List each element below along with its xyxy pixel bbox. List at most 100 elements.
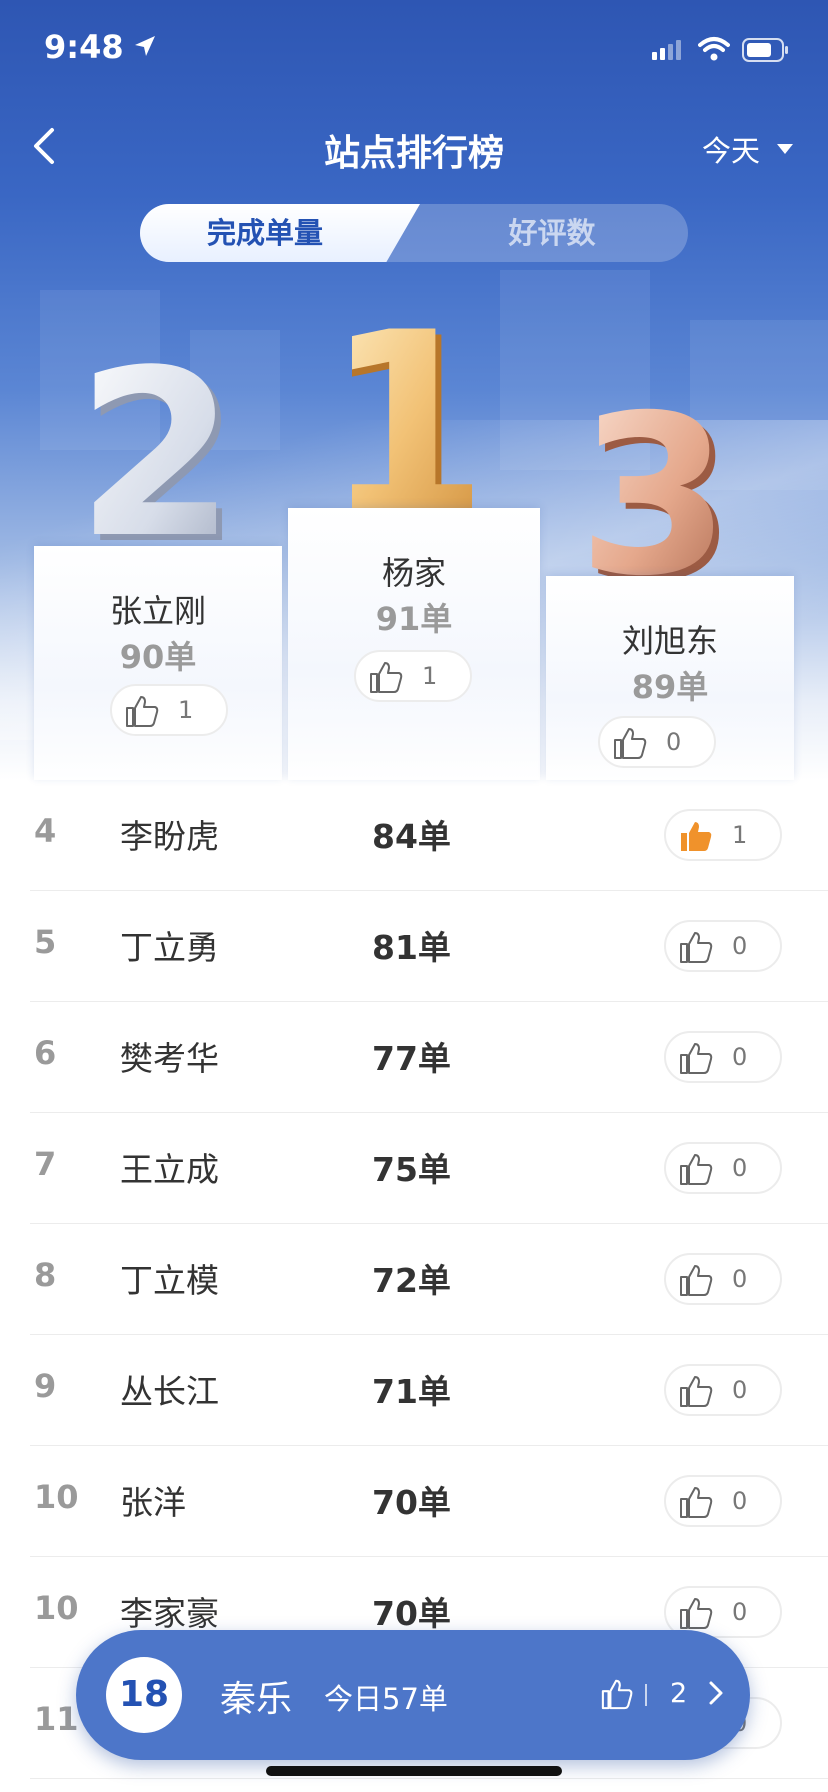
rank-number: 8 xyxy=(34,1256,57,1294)
podium-count: 89单 xyxy=(631,668,709,706)
order-count: 81单 xyxy=(372,928,451,967)
thumbs-up-icon xyxy=(680,1154,713,1185)
status-bar: 9:48 xyxy=(0,0,828,100)
like-count: 0 xyxy=(732,1376,748,1404)
thumbs-up-icon xyxy=(680,1598,713,1629)
list-row: 5 丁立勇 81单 0 xyxy=(30,891,828,1002)
courier-name: 张洋 xyxy=(120,1483,186,1522)
like-count: 1 xyxy=(422,662,438,690)
like-button[interactable]: 1 xyxy=(664,809,782,861)
courier-name: 李盼虎 xyxy=(120,817,219,856)
podium-name: 刘旭东 xyxy=(621,622,718,660)
svg-text:2: 2 xyxy=(82,354,236,554)
rank-number: 9 xyxy=(34,1367,57,1405)
like-button[interactable]: 1 xyxy=(354,650,472,702)
podium-count: 91单 xyxy=(375,600,453,638)
courier-name: 李家豪 xyxy=(120,1594,219,1633)
like-count: 0 xyxy=(732,1265,748,1293)
rank-number: 4 xyxy=(34,812,57,850)
like-count: 0 xyxy=(732,1043,748,1071)
thumbs-up-icon xyxy=(681,822,712,851)
courier-name: 王立成 xyxy=(120,1150,219,1189)
courier-name: 丛长江 xyxy=(120,1372,219,1411)
chevron-right-icon[interactable] xyxy=(708,1680,724,1706)
wifi-icon xyxy=(698,37,730,61)
rank-2-numeral: 2 2 xyxy=(82,354,242,554)
podium-name: 张立刚 xyxy=(109,592,206,630)
tab-good-reviews-label: 好评数 xyxy=(508,216,596,250)
podium-second: 张立刚 90单 1 xyxy=(34,546,282,780)
tab-completed-orders-label: 完成单量 xyxy=(206,216,323,250)
location-arrow-icon xyxy=(135,36,155,56)
date-filter-label: 今天 xyxy=(701,134,760,168)
order-count: 77单 xyxy=(372,1039,451,1078)
thumbs-up-icon xyxy=(680,932,713,963)
like-button[interactable]: 1 xyxy=(110,684,228,736)
like-count: 0 xyxy=(732,1598,748,1626)
divider xyxy=(645,1684,647,1706)
like-button[interactable]: 0 xyxy=(598,716,716,768)
like-count: 1 xyxy=(732,821,748,849)
order-count: 70单 xyxy=(372,1594,451,1633)
order-count: 84单 xyxy=(372,817,451,856)
list-row: 7 王立成 75单 0 xyxy=(30,1113,828,1224)
tab-completed-orders[interactable]: 完成单量 xyxy=(140,204,420,262)
caret-down-icon xyxy=(777,144,793,154)
rank-3-numeral: 3 3 xyxy=(584,386,734,586)
order-count: 72单 xyxy=(372,1261,451,1300)
like-count: 0 xyxy=(666,728,682,756)
svg-text:1: 1 xyxy=(352,318,472,528)
list-row: 10 张洋 70单 0 xyxy=(30,1446,828,1557)
like-button[interactable]: 0 xyxy=(664,1253,782,1305)
rank-number: 6 xyxy=(34,1034,57,1072)
order-count: 75单 xyxy=(372,1150,451,1189)
my-rank-bar[interactable]: 18 秦乐 今日57单 2 xyxy=(76,1630,750,1760)
thumbs-up-icon[interactable] xyxy=(600,1678,634,1710)
list-row: 4 李盼虎 84单 1 xyxy=(30,780,828,891)
courier-name: 丁立模 xyxy=(120,1261,219,1300)
rank-number: 10 xyxy=(34,1589,79,1627)
rank-number: 11 xyxy=(34,1700,79,1738)
like-button[interactable]: 0 xyxy=(664,920,782,972)
courier-name: 樊考华 xyxy=(120,1039,219,1078)
order-count: 70单 xyxy=(372,1483,451,1522)
like-count: 1 xyxy=(178,696,194,724)
courier-name: 丁立勇 xyxy=(120,928,219,967)
list-row: 6 樊考华 77单 0 xyxy=(30,1002,828,1113)
date-filter-dropdown[interactable]: 今天 xyxy=(702,128,794,170)
podium-count: 90单 xyxy=(119,638,197,676)
like-button[interactable]: 0 xyxy=(664,1364,782,1416)
battery-icon xyxy=(742,38,788,62)
rank-type-tabs: 好评数 完成单量 xyxy=(140,204,688,262)
like-count: 0 xyxy=(732,1154,748,1182)
rank-1-numeral: 1 1 xyxy=(352,318,472,528)
thumbs-up-icon xyxy=(680,1043,713,1074)
like-button[interactable]: 0 xyxy=(664,1031,782,1083)
home-indicator xyxy=(266,1766,562,1776)
order-count: 71单 xyxy=(372,1372,451,1411)
list-row: 8 丁立模 72单 0 xyxy=(30,1224,828,1335)
like-button[interactable]: 0 xyxy=(664,1475,782,1527)
my-name: 秦乐 xyxy=(220,1679,293,1720)
signal-icon xyxy=(652,40,681,60)
my-rank-badge: 18 xyxy=(106,1657,182,1733)
thumbs-up-icon xyxy=(680,1265,713,1296)
rank-number: 7 xyxy=(34,1145,57,1183)
thumbs-up-icon xyxy=(680,1376,713,1407)
rank-number: 5 xyxy=(34,923,57,961)
like-button[interactable]: 0 xyxy=(664,1142,782,1194)
thumbs-up-icon xyxy=(680,1487,713,1518)
thumbs-up-icon xyxy=(126,696,159,727)
podium-third: 刘旭东 89单 0 xyxy=(546,576,794,780)
list-row: 9 丛长江 71单 0 xyxy=(30,1335,828,1446)
my-today-count: 今日57单 xyxy=(324,1682,448,1716)
status-time: 9:48 xyxy=(44,28,124,66)
like-count: 0 xyxy=(732,932,748,960)
svg-text:3: 3 xyxy=(584,386,731,586)
podium-name: 杨家 xyxy=(381,554,446,592)
rank-number: 10 xyxy=(34,1478,79,1516)
thumbs-up-icon xyxy=(370,662,403,693)
podium-first: 杨家 91单 1 xyxy=(288,508,540,780)
like-count: 0 xyxy=(732,1487,748,1515)
my-like-count: 2 xyxy=(670,1678,688,1709)
